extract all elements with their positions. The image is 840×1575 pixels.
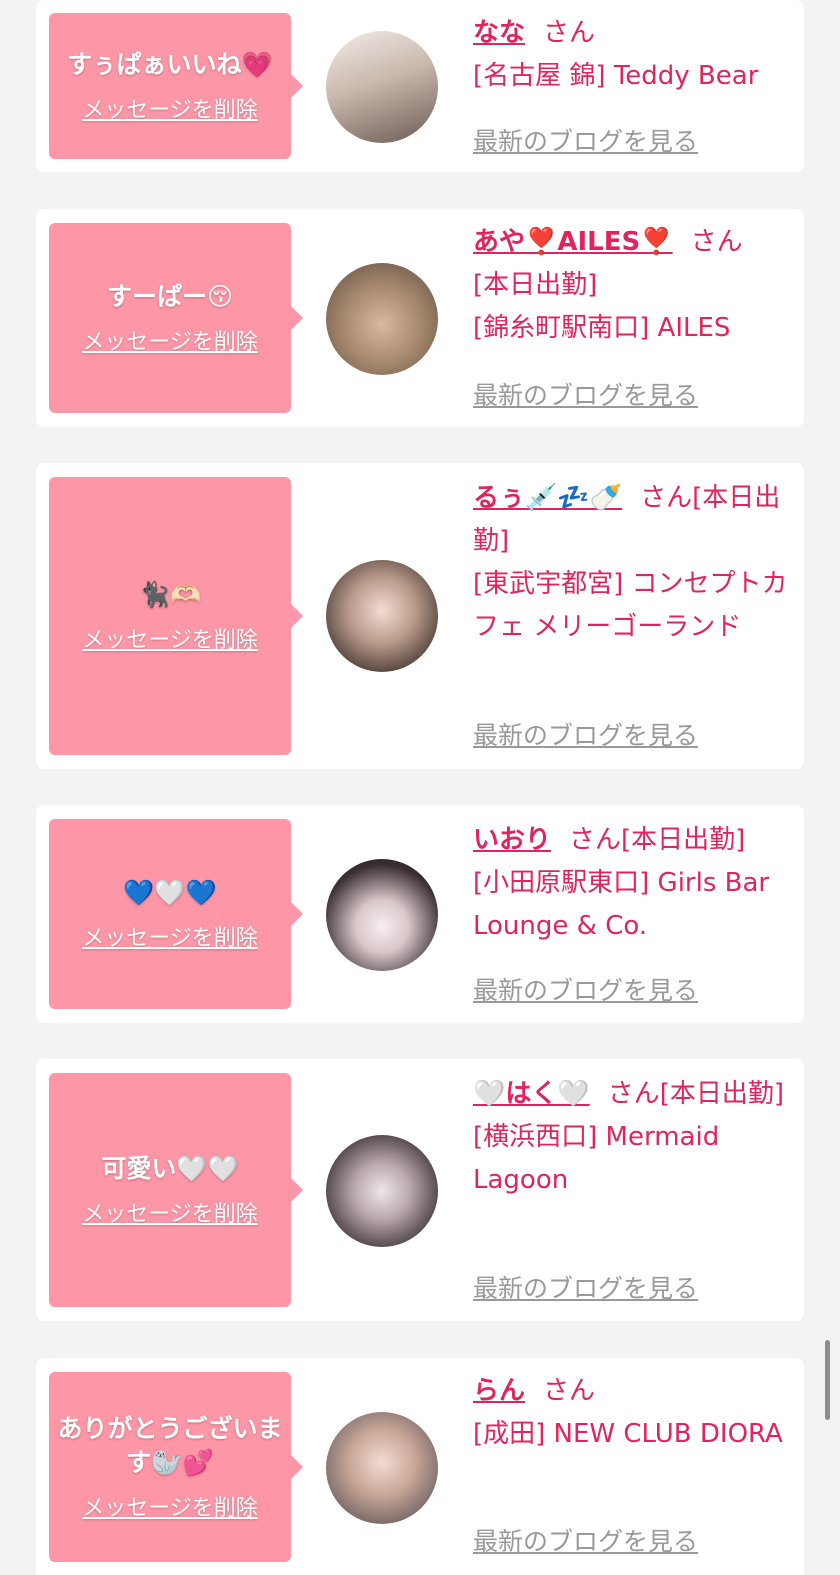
message-card: すーぱー😚 メッセージを削除 あや❣️AILES❣️ さん [本日出勤] [錦糸町… bbox=[36, 209, 804, 427]
cast-name-row: 🤍はく🤍 さん[本日出勤] bbox=[473, 1073, 789, 1116]
delete-message-link[interactable]: メッセージを削除 bbox=[82, 1490, 258, 1522]
latest-blog-link[interactable]: 最新のブログを見る bbox=[473, 1522, 698, 1558]
honorific-label: さん bbox=[569, 825, 622, 855]
message-card-list: すぅぱぁいいね💗 メッセージを削除 なな さん [名古屋 錦] Teddy Bea… bbox=[0, 0, 840, 1575]
cast-name-row: なな さん bbox=[473, 12, 789, 55]
scrollbar-thumb[interactable] bbox=[825, 1340, 830, 1420]
honorific-label: さん bbox=[543, 1376, 596, 1406]
cast-info: なな さん [名古屋 錦] Teddy Bear bbox=[473, 12, 789, 98]
message-text: すーぱー😚 bbox=[106, 282, 234, 311]
message-text: 可愛い🤍🤍 bbox=[101, 1154, 239, 1183]
message-card: 💙🤍💙 メッセージを削除 いおり さん[本日出勤] [小田原駅東口] Girls … bbox=[36, 805, 804, 1023]
message-card: ありがとうございます🦭💕 メッセージを削除 らん さん [成田] NEW CLUB… bbox=[36, 1358, 804, 1575]
shop-line: [成田] NEW CLUB DIORA bbox=[473, 1419, 783, 1449]
avatar[interactable] bbox=[326, 1135, 438, 1247]
message-text: ありがとうございます🦭💕 bbox=[57, 1414, 283, 1477]
cast-name-link[interactable]: あや❣️AILES❣️ bbox=[473, 227, 673, 257]
honorific-label: さん bbox=[543, 18, 596, 48]
honorific-label: さん bbox=[640, 483, 693, 513]
cast-info: 🤍はく🤍 さん[本日出勤] [横浜西口] Mermaid Lagoon bbox=[473, 1073, 789, 1202]
attendance-status: [本日出勤] bbox=[621, 825, 746, 855]
delete-message-link[interactable]: メッセージを削除 bbox=[82, 324, 258, 356]
message-card: 🐈‍⬛🫶🏻 メッセージを削除 るぅ💉💤🍼 さん[本日出勤] [東武宇都宮] コンセ… bbox=[36, 463, 804, 769]
message-bubble: すーぱー😚 メッセージを削除 bbox=[49, 223, 303, 413]
message-bubble: ありがとうございます🦭💕 メッセージを削除 bbox=[49, 1372, 303, 1562]
message-bubble: 可愛い🤍🤍 メッセージを削除 bbox=[49, 1073, 303, 1307]
message-bubble: 💙🤍💙 メッセージを削除 bbox=[49, 819, 303, 1009]
shop-line: [小田原駅東口] Girls Bar Lounge & Co. bbox=[473, 868, 770, 941]
message-text: すぅぱぁいいね💗 bbox=[67, 50, 273, 79]
delete-message-link[interactable]: メッセージを削除 bbox=[82, 920, 258, 952]
message-text: 🐈‍⬛🫶🏻 bbox=[138, 580, 202, 609]
cast-name-row: らん さん bbox=[473, 1370, 789, 1413]
shop-line: [東武宇都宮] コンセプトカフェ メリーゴーランド bbox=[473, 569, 788, 642]
latest-blog-link[interactable]: 最新のブログを見る bbox=[473, 122, 698, 158]
delete-message-link[interactable]: メッセージを削除 bbox=[82, 92, 258, 124]
latest-blog-link[interactable]: 最新のブログを見る bbox=[473, 716, 698, 752]
cast-name-link[interactable]: いおり bbox=[473, 825, 551, 855]
attendance-status: [本日出勤] bbox=[659, 1079, 785, 1109]
delete-message-link[interactable]: メッセージを削除 bbox=[82, 1196, 258, 1228]
avatar[interactable] bbox=[326, 31, 438, 143]
latest-blog-link[interactable]: 最新のブログを見る bbox=[473, 1269, 698, 1305]
message-bubble: 🐈‍⬛🫶🏻 メッセージを削除 bbox=[49, 477, 303, 755]
cast-info: いおり さん[本日出勤] [小田原駅東口] Girls Bar Lounge & … bbox=[473, 819, 789, 948]
avatar[interactable] bbox=[326, 560, 438, 672]
message-text: 💙🤍💙 bbox=[123, 878, 217, 907]
cast-name-row: るぅ💉💤🍼 さん[本日出勤] bbox=[473, 477, 789, 563]
cast-name-row: あや❣️AILES❣️ さん bbox=[473, 221, 789, 264]
cast-name-row: いおり さん[本日出勤] bbox=[473, 819, 789, 862]
honorific-label: さん bbox=[607, 1079, 660, 1109]
shop-line: [本日出勤] bbox=[473, 270, 598, 300]
delete-message-link[interactable]: メッセージを削除 bbox=[82, 622, 258, 654]
cast-name-link[interactable]: 🤍はく🤍 bbox=[473, 1079, 590, 1109]
avatar[interactable] bbox=[326, 859, 438, 971]
cast-info: るぅ💉💤🍼 さん[本日出勤] [東武宇都宮] コンセプトカフェ メリーゴーランド bbox=[473, 477, 789, 649]
shop-line: [錦糸町駅南口] AILES bbox=[473, 313, 731, 343]
cast-name-link[interactable]: らん bbox=[473, 1376, 525, 1406]
shop-line: [名古屋 錦] Teddy Bear bbox=[473, 61, 759, 91]
message-card: すぅぱぁいいね💗 メッセージを削除 なな さん [名古屋 錦] Teddy Bea… bbox=[36, 0, 804, 172]
latest-blog-link[interactable]: 最新のブログを見る bbox=[473, 376, 698, 412]
cast-info: らん さん [成田] NEW CLUB DIORA bbox=[473, 1370, 789, 1456]
cast-name-link[interactable]: なな bbox=[473, 18, 525, 48]
shop-line: [横浜西口] Mermaid Lagoon bbox=[473, 1122, 720, 1195]
avatar[interactable] bbox=[326, 263, 438, 375]
cast-name-link[interactable]: るぅ💉💤🍼 bbox=[473, 483, 622, 513]
message-bubble: すぅぱぁいいね💗 メッセージを削除 bbox=[49, 13, 303, 159]
message-card: 可愛い🤍🤍 メッセージを削除 🤍はく🤍 さん[本日出勤] [横浜西口] Merma… bbox=[36, 1059, 804, 1321]
latest-blog-link[interactable]: 最新のブログを見る bbox=[473, 971, 698, 1007]
cast-info: あや❣️AILES❣️ さん [本日出勤] [錦糸町駅南口] AILES bbox=[473, 221, 789, 350]
honorific-label: さん bbox=[690, 227, 743, 257]
avatar[interactable] bbox=[326, 1412, 438, 1524]
